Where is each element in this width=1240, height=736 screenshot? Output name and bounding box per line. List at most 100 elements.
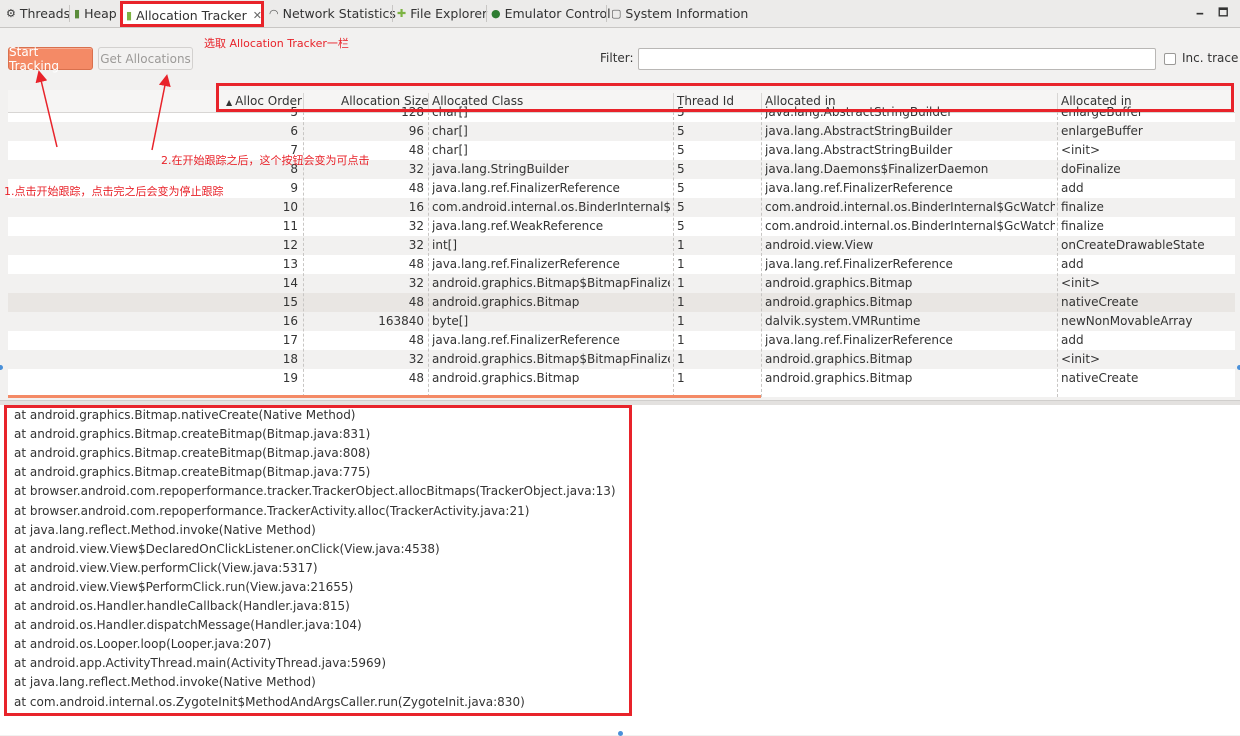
cell-allocated-class: java.lang.ref.FinalizerReference xyxy=(432,257,620,271)
stack-frame[interactable]: at com.android.internal.os.ZygoteInit$Me… xyxy=(14,695,525,709)
stack-frame[interactable]: at android.view.View.performClick(View.j… xyxy=(14,561,318,575)
stack-frame[interactable]: at android.os.Handler.handleCallback(Han… xyxy=(14,599,350,613)
cell-allocated-class: char[] xyxy=(432,124,468,138)
cell-allocated-class: android.graphics.Bitmap$BitmapFinalizer xyxy=(432,352,670,366)
maximize-icon[interactable]: 🗖 xyxy=(1218,4,1228,23)
tab-threads-label: Threads xyxy=(19,6,71,21)
stack-frame[interactable]: at java.lang.reflect.Method.invoke(Nativ… xyxy=(14,675,316,689)
table-row[interactable]: 11 32 java.lang.ref.WeakReference 5 com.andr… xyxy=(8,217,1235,236)
cell-alloc-order: 6 xyxy=(290,124,298,138)
cell-alloc-order: 14 xyxy=(282,276,298,290)
stack-frame[interactable]: at android.view.View$PerformClick.run(Vi… xyxy=(14,580,353,594)
cell-allocated-in-method: add xyxy=(1061,333,1084,347)
cell-allocated-in-method: nativeCreate xyxy=(1061,371,1139,385)
cell-allocation-size: 48 xyxy=(408,371,424,385)
horizontal-scrollbar[interactable] xyxy=(8,395,761,398)
sysinfo-icon: ▢ xyxy=(611,7,622,20)
cell-allocation-size: 32 xyxy=(408,219,424,233)
allocation-table: ▲ Alloc Order Allocation Size Allocated C… xyxy=(8,90,1235,397)
table-row[interactable]: 18 32 android.graphics.Bitmap$BitmapFinali… xyxy=(8,350,1235,369)
cell-allocated-in-method: <init> xyxy=(1061,143,1101,157)
cell-alloc-order: 15 xyxy=(282,295,298,309)
table-row[interactable]: 10 16 com.android.internal.os.BinderIntern… xyxy=(8,198,1235,217)
table-row[interactable]: 17 48 java.lang.ref.FinalizerReference 1 jav… xyxy=(8,331,1235,350)
cell-allocated-in-method: enlargeBuffer xyxy=(1061,105,1143,119)
tab-threads[interactable]: ⚙ Threads xyxy=(2,2,71,25)
cell-alloc-order: 16 xyxy=(282,314,298,328)
cell-allocated-class: char[] xyxy=(432,105,468,119)
stack-frame[interactable]: at android.app.ActivityThread.main(Activ… xyxy=(14,656,386,670)
cell-alloc-order: 11 xyxy=(282,219,298,233)
threads-icon: ⚙ xyxy=(6,7,16,20)
cell-allocation-size: 48 xyxy=(408,333,424,347)
tab-network-statistics[interactable]: ◠ Network Statistics xyxy=(265,2,396,25)
cell-thread-id: 1 xyxy=(677,371,685,385)
cell-allocated-class: char[] xyxy=(432,143,468,157)
stack-frame[interactable]: at android.graphics.Bitmap.createBitmap(… xyxy=(14,465,370,479)
inc-trace-checkbox[interactable] xyxy=(1164,53,1176,65)
tab-network-statistics-label: Network Statistics xyxy=(282,6,396,21)
table-row[interactable]: 5 128 char[] 5 java.lang.AbstractStringBuild… xyxy=(8,103,1235,122)
table-row[interactable]: 12 32 int[] 1 android.view.View onCreateDrawa… xyxy=(8,236,1235,255)
stack-frame[interactable]: at java.lang.reflect.Method.invoke(Nativ… xyxy=(14,523,316,537)
cell-thread-id: 1 xyxy=(677,276,685,290)
cell-thread-id: 5 xyxy=(677,181,685,195)
stack-frame[interactable]: at android.graphics.Bitmap.nativeCreate(… xyxy=(14,408,356,422)
stack-frame[interactable]: at browser.android.com.repoperformance.T… xyxy=(14,504,529,518)
cell-allocated-class: android.graphics.Bitmap$BitmapFinalizer xyxy=(432,276,670,290)
bottom-handle xyxy=(618,731,623,736)
stack-frame[interactable]: at android.graphics.Bitmap.createBitmap(… xyxy=(14,446,370,460)
close-icon[interactable]: ✕ xyxy=(253,9,262,22)
get-allocations-button[interactable]: Get Allocations xyxy=(98,47,193,70)
cell-thread-id: 5 xyxy=(677,105,685,119)
cell-allocated-class: java.lang.ref.WeakReference xyxy=(432,219,604,233)
cell-allocation-size: 128 xyxy=(401,105,424,119)
tab-system-information[interactable]: ▢ System Information xyxy=(607,2,748,25)
cell-allocated-in-method: add xyxy=(1061,181,1084,195)
cell-allocated-in-class: java.lang.AbstractStringBuilder xyxy=(765,124,953,138)
cell-allocated-class: java.lang.ref.FinalizerReference xyxy=(432,181,620,195)
stack-frame[interactable]: at android.graphics.Bitmap.createBitmap(… xyxy=(14,427,370,441)
wifi-icon: ◠ xyxy=(269,7,279,20)
table-row[interactable]: 6 96 char[] 5 java.lang.AbstractStringBuilde… xyxy=(8,122,1235,141)
cell-allocated-in-method: add xyxy=(1061,257,1084,271)
table-row[interactable]: 16 163840 byte[] 1 dalvik.system.VMRuntime ne… xyxy=(8,312,1235,331)
cell-allocation-size: 48 xyxy=(408,257,424,271)
tab-heap-label: Heap xyxy=(84,6,117,21)
tab-allocation-tracker[interactable]: ▮ Allocation Tracker ✕ xyxy=(121,2,263,27)
stack-frame[interactable]: at android.os.Looper.loop(Looper.java:20… xyxy=(14,637,271,651)
filter-input[interactable] xyxy=(638,48,1156,70)
cell-allocated-class: int[] xyxy=(432,238,458,252)
table-row[interactable]: 15 48 android.graphics.Bitmap 1 android.grap… xyxy=(8,293,1235,312)
cell-allocated-class: byte[] xyxy=(432,314,469,328)
stack-frame[interactable]: at android.view.View$DeclaredOnClickList… xyxy=(14,542,440,556)
tab-emulator-control-label: Emulator Control xyxy=(504,6,611,21)
cell-thread-id: 5 xyxy=(677,124,685,138)
cell-allocated-in-class: android.graphics.Bitmap xyxy=(765,371,913,385)
cell-thread-id: 5 xyxy=(677,200,685,214)
cell-allocated-in-class: android.graphics.Bitmap xyxy=(765,295,913,309)
cell-allocation-size: 48 xyxy=(408,181,424,195)
tab-emulator-control[interactable]: ● Emulator Control xyxy=(487,2,611,25)
cell-allocated-in-class: android.view.View xyxy=(765,238,874,252)
cell-allocated-in-class: java.lang.Daemons$FinalizerDaemon xyxy=(765,162,989,176)
minimize-icon[interactable]: 🗕 xyxy=(1196,4,1204,23)
cell-alloc-order: 10 xyxy=(282,200,298,214)
table-row[interactable]: 14 32 android.graphics.Bitmap$BitmapFinali… xyxy=(8,274,1235,293)
cell-allocated-in-method: finalize xyxy=(1061,219,1104,233)
cell-allocated-in-class: java.lang.ref.FinalizerReference xyxy=(765,257,953,271)
start-tracking-button[interactable]: Start Tracking xyxy=(8,45,93,73)
tab-heap[interactable]: ▮ Heap xyxy=(70,2,120,25)
cell-allocated-in-class: com.android.internal.os.BinderInternal$G… xyxy=(765,219,1055,233)
stack-frame[interactable]: at android.os.Handler.dispatchMessage(Ha… xyxy=(14,618,362,632)
cell-allocated-in-class: android.graphics.Bitmap xyxy=(765,352,913,366)
table-row[interactable]: 13 48 java.lang.ref.FinalizerReference 1 jav… xyxy=(8,255,1235,274)
table-row[interactable]: 19 48 android.graphics.Bitmap 1 android.grap… xyxy=(8,369,1235,388)
cell-allocated-class: android.graphics.Bitmap xyxy=(432,371,580,385)
tab-file-explorer[interactable]: ✚ File Explorer xyxy=(393,2,488,25)
tab-file-explorer-label: File Explorer xyxy=(410,6,488,21)
cell-allocated-in-method: enlargeBuffer xyxy=(1061,124,1143,138)
cell-thread-id: 1 xyxy=(677,314,685,328)
allocation-tracker-panel: Start Tracking Get Allocations Filter: I… xyxy=(0,28,1240,400)
stack-frame[interactable]: at browser.android.com.repoperformance.t… xyxy=(14,484,616,498)
